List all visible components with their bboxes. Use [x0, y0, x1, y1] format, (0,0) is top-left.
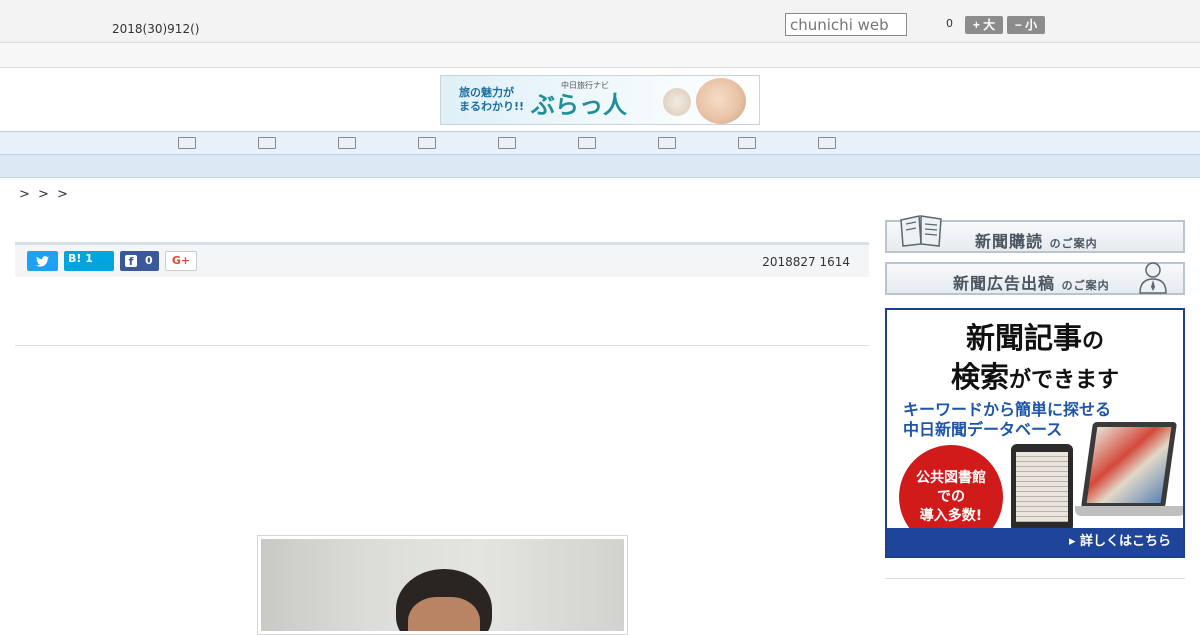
- travel-banner-ad[interactable]: 旅の魅力が まるわかり!! 中日旅行ナビ ぶらっ人: [440, 75, 760, 125]
- main-nav: [0, 131, 1200, 155]
- advertising-info-button[interactable]: 新聞広告出稿 のご案内: [885, 262, 1185, 295]
- ad-details-link[interactable]: ▸ 詳しくはこちら: [887, 528, 1183, 556]
- current-date: 2018(30)912(): [112, 22, 200, 36]
- ad-headline: 新聞記事の 検索ができます: [950, 321, 1120, 394]
- ad-subheadline: キーワードから簡単に探せる 中日新聞データベース: [903, 400, 1112, 439]
- banner-brand: ぶらっ人: [531, 90, 627, 119]
- font-bigger-button[interactable]: + 大: [965, 16, 1003, 34]
- nav-item-2[interactable]: [247, 137, 287, 151]
- tablet-image: [1011, 444, 1073, 532]
- sidebar-divider: [885, 578, 1185, 579]
- sub-nav: [0, 155, 1200, 178]
- search-input[interactable]: [785, 13, 907, 36]
- twitter-share-button[interactable]: [27, 251, 58, 271]
- share-bar: B! 1 f 0 G+ 2018827 1614: [15, 242, 869, 277]
- nav-item-5[interactable]: [487, 137, 527, 151]
- facebook-count: 0: [145, 254, 153, 267]
- nav-item-7[interactable]: [647, 137, 687, 151]
- nav-item-9[interactable]: [807, 137, 847, 151]
- subscription-label: 新聞購読 のご案内: [975, 232, 1098, 251]
- gplus-share-button[interactable]: G+: [165, 251, 197, 271]
- shell-image: [663, 88, 691, 116]
- top-bar: 2018(30)912() 0 + 大 − 小: [0, 0, 1200, 43]
- photo-image: [261, 539, 624, 631]
- hatena-label: B! 1: [68, 252, 93, 265]
- twitter-icon: [36, 256, 49, 267]
- advertising-label: 新聞広告出稿 のご案内: [953, 274, 1110, 293]
- laptop-image: [1080, 422, 1178, 508]
- facebook-icon: f: [125, 255, 137, 268]
- font-size-value: 0: [946, 17, 953, 30]
- nav-item-1[interactable]: [167, 137, 207, 151]
- laptop-base: [1075, 506, 1183, 516]
- hatena-bookmark-button[interactable]: B! 1: [64, 251, 114, 271]
- nav-item-3[interactable]: [327, 137, 367, 151]
- breadcrumb[interactable]: > > >: [19, 187, 70, 202]
- banner-tagline: 旅の魅力が まるわかり!!: [459, 86, 525, 113]
- nav-item-8[interactable]: [727, 137, 767, 151]
- article-photo[interactable]: [257, 535, 628, 635]
- sub-bar: [0, 43, 1200, 68]
- divider: [15, 345, 869, 346]
- nav-item-4[interactable]: [407, 137, 447, 151]
- database-ad[interactable]: 新聞記事の 検索ができます キーワードから簡単に探せる 中日新聞データベース 公…: [885, 308, 1185, 558]
- nav-item-6[interactable]: [567, 137, 607, 151]
- facebook-share-button[interactable]: f 0: [120, 251, 159, 271]
- photo-person-face: [408, 597, 480, 631]
- woman-photo: [696, 78, 746, 124]
- subscription-info-button[interactable]: 新聞購読 のご案内: [885, 215, 1185, 253]
- person-icon: [1139, 262, 1167, 294]
- article-timestamp: 2018827 1614: [762, 255, 850, 269]
- newspaper-icon: [900, 215, 942, 247]
- font-smaller-button[interactable]: − 小: [1007, 16, 1045, 34]
